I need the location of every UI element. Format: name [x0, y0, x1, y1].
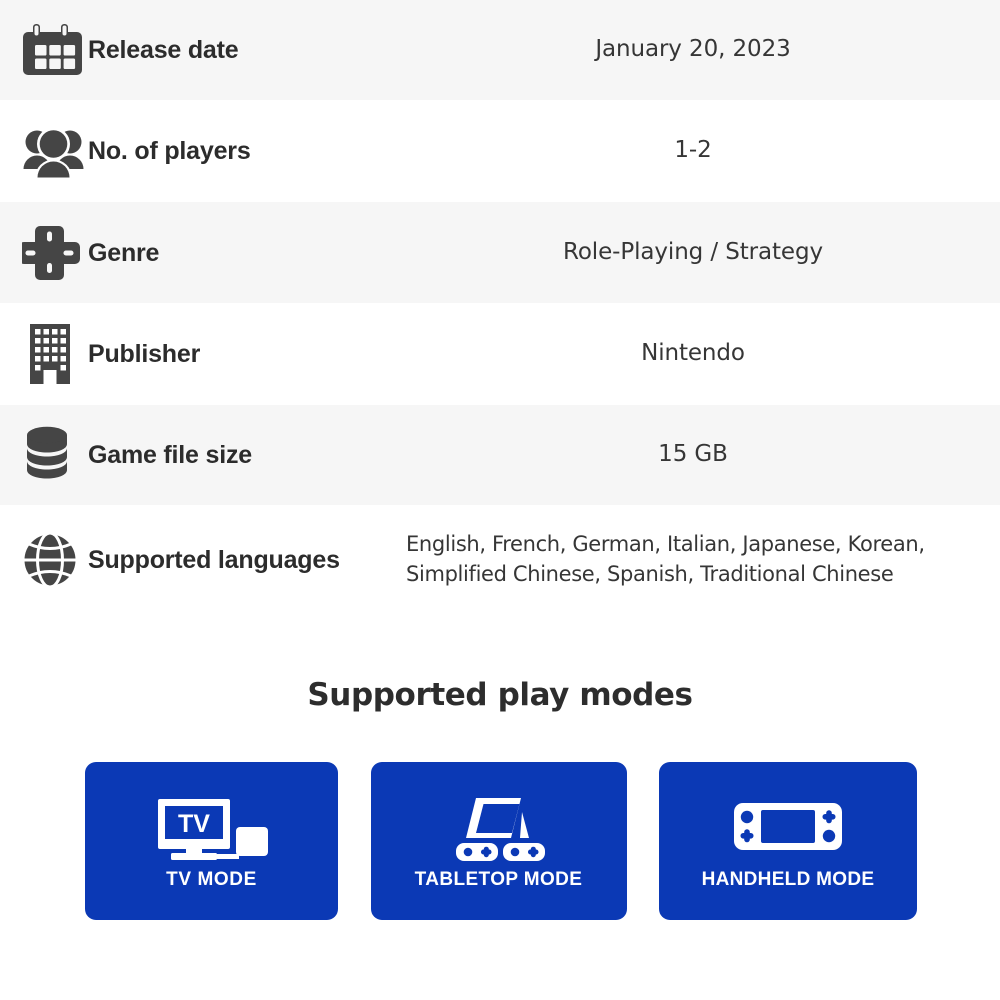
spec-row-no-of-players: No. of players 1-2: [0, 100, 1000, 202]
tv-dock-icon: TV: [154, 791, 270, 865]
play-mode-tile-tabletop[interactable]: TABLETOP MODE: [370, 762, 627, 920]
play-mode-label: TABLETOP MODE: [414, 869, 583, 890]
supported-play-modes-section: Supported play modes TV TV MODE TABLETOP…: [0, 655, 1000, 920]
spec-label: Publisher: [88, 340, 201, 368]
spec-row-game-file-size: Game file size 15 GB: [0, 405, 1000, 505]
database-icon: [22, 426, 88, 484]
spec-label-cell: Genre: [0, 224, 400, 282]
spec-label-cell: Game file size: [0, 426, 400, 484]
spec-label: Release date: [88, 36, 239, 64]
handheld-console-icon: [732, 791, 844, 865]
spec-row-publisher: Publisher Nintendo: [0, 303, 1000, 405]
globe-icon: [22, 529, 88, 591]
spec-value: January 20, 2023: [595, 36, 791, 63]
play-mode-tile-handheld[interactable]: HANDHELD MODE: [659, 762, 917, 920]
svg-text:TV: TV: [178, 810, 210, 838]
spec-value: Role-Playing / Strategy: [562, 238, 823, 265]
spec-row-genre: Genre Role-Playing / Strategy: [0, 202, 1000, 303]
play-modes-tiles: TV TV MODE TABLETOP MODE HANDHELD MODE: [85, 762, 917, 920]
game-details-panel: Release date January 20, 2023 No. of pla…: [0, 0, 1000, 1000]
spec-row-release-date: Release date January 20, 2023: [0, 0, 1000, 100]
tabletop-console-icon: [443, 791, 555, 865]
calendar-icon: [22, 22, 88, 78]
spec-label: Supported languages: [88, 546, 340, 574]
players-group-icon: [22, 122, 88, 180]
building-icon: [22, 323, 88, 385]
play-mode-tile-tv[interactable]: TV TV MODE: [85, 762, 338, 920]
spec-row-supported-languages: Supported languages English, French, Ger…: [0, 505, 1000, 615]
spec-label: Game file size: [88, 441, 252, 469]
play-mode-label: HANDHELD MODE: [701, 869, 875, 890]
spec-label-cell: Release date: [0, 22, 400, 78]
spec-value-cell: Nintendo: [400, 338, 1000, 369]
spec-value: Nintendo: [641, 340, 745, 367]
spec-value: 1-2: [674, 137, 712, 164]
spec-label-cell: Supported languages: [0, 529, 400, 591]
spec-value: English, French, German, Italian, Japane…: [406, 532, 925, 586]
play-mode-label: TV MODE: [166, 869, 257, 890]
spec-value-cell: Role-Playing / Strategy: [400, 237, 1000, 268]
spec-label-cell: No. of players: [0, 122, 400, 180]
spec-value-cell: January 20, 2023: [400, 34, 1000, 65]
spec-value-cell: English, French, German, Italian, Japane…: [400, 530, 1000, 590]
spec-value-cell: 15 GB: [400, 439, 1000, 470]
spec-value: 15 GB: [658, 441, 728, 468]
dpad-icon: [22, 224, 88, 282]
play-modes-title: Supported play modes: [307, 677, 693, 713]
spec-label-cell: Publisher: [0, 323, 400, 385]
spec-table: Release date January 20, 2023 No. of pla…: [0, 0, 1000, 615]
spec-label: Genre: [88, 238, 160, 267]
spec-label: No. of players: [88, 137, 251, 165]
spec-value-cell: 1-2: [400, 135, 1000, 166]
